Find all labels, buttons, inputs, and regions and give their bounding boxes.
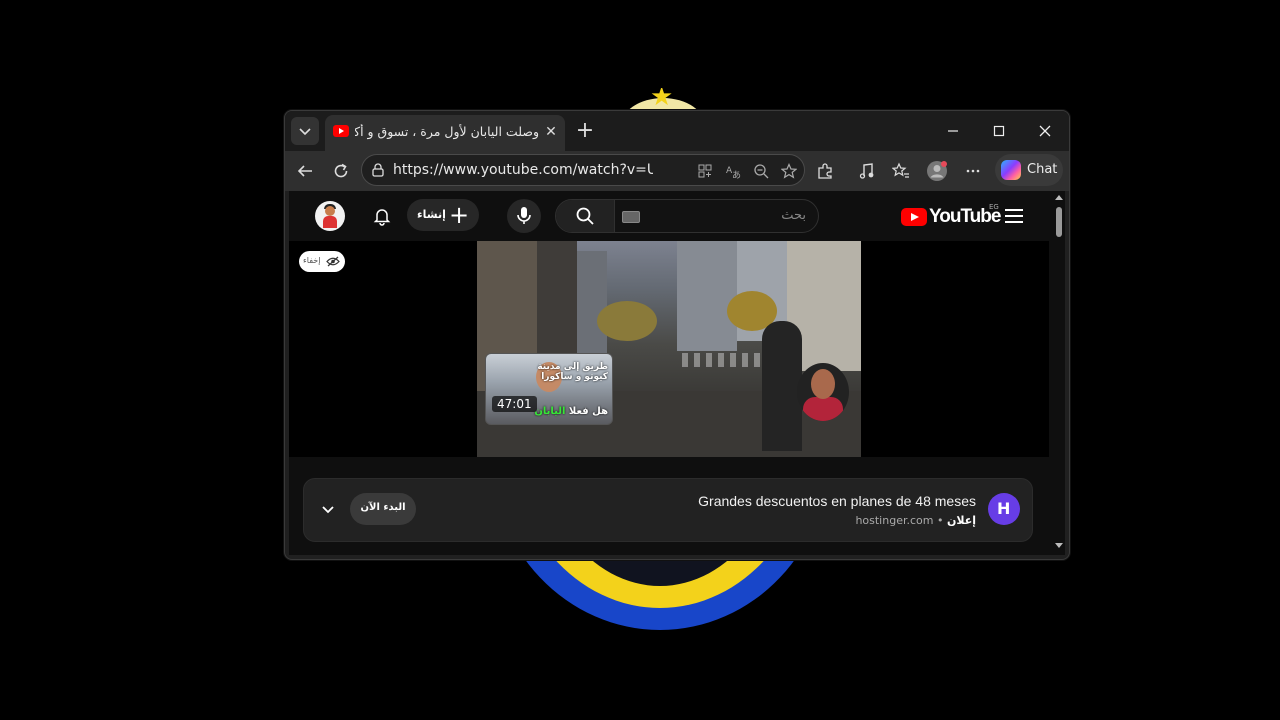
favorites-list-icon bbox=[892, 162, 909, 178]
page-viewport: + إنشاء بحث YouTube EG إخفاء طريق إلى مد… bbox=[289, 191, 1065, 555]
scroll-up-arrow-icon[interactable] bbox=[1055, 195, 1063, 200]
close-icon bbox=[1039, 125, 1051, 137]
youtube-header: + إنشاء بحث YouTube EG bbox=[289, 191, 1053, 241]
app-available-icon[interactable] bbox=[694, 160, 716, 182]
ad-cta-button[interactable]: البدء الآن bbox=[350, 493, 416, 525]
close-tab-icon[interactable]: ✕ bbox=[541, 122, 561, 142]
profile-button[interactable] bbox=[923, 157, 951, 185]
copilot-icon bbox=[1001, 160, 1021, 180]
search-input[interactable]: بحث bbox=[781, 208, 806, 223]
page-scrollbar[interactable] bbox=[1053, 191, 1065, 555]
close-window-button[interactable] bbox=[1023, 117, 1067, 145]
hide-label: إخفاء bbox=[303, 256, 321, 265]
hostinger-logo-icon[interactable] bbox=[988, 493, 1020, 525]
url-text[interactable]: https://www.youtube.com/watch?v=UvWt_SP.… bbox=[393, 162, 653, 178]
search-box[interactable]: بحث bbox=[555, 199, 819, 233]
ad-cta-label: البدء الآن bbox=[360, 502, 406, 513]
tab-title: وصلت اليابان لأول مرة ، تسوق و أكل يابان… bbox=[355, 124, 539, 139]
youtube-favicon-icon bbox=[333, 125, 349, 137]
ad-meta: hostinger.com • إعلان bbox=[855, 514, 976, 527]
microphone-icon bbox=[517, 207, 531, 224]
scrollbar-thumb[interactable] bbox=[1056, 207, 1062, 237]
plus-icon: + bbox=[449, 201, 470, 229]
caption-prefix: هل فعلا bbox=[565, 406, 608, 417]
caption-highlight: اليابان bbox=[534, 406, 566, 417]
zoom-out-icon[interactable] bbox=[750, 160, 772, 182]
ad-domain[interactable]: hostinger.com bbox=[855, 514, 933, 527]
eye-off-icon bbox=[326, 256, 340, 267]
maximize-button[interactable] bbox=[977, 117, 1021, 145]
arrow-left-icon bbox=[297, 165, 312, 177]
account-avatar[interactable] bbox=[315, 201, 345, 231]
minimize-icon bbox=[948, 130, 958, 132]
video-frame[interactable]: طريق إلى مدينة كيوتو و ساكورا 47:01 هل ف… bbox=[477, 241, 861, 457]
guide-menu-button[interactable] bbox=[1005, 206, 1025, 226]
video-player[interactable]: إخفاء طريق إلى مدينة كيوتو و ساكورا 47:0… bbox=[289, 241, 1049, 457]
back-button[interactable] bbox=[291, 157, 319, 185]
maximize-icon bbox=[993, 125, 1005, 137]
extensions-button[interactable] bbox=[811, 157, 839, 185]
presenter-avatar bbox=[797, 363, 849, 421]
site-info-icon[interactable] bbox=[370, 162, 386, 178]
chevron-down-icon bbox=[299, 128, 311, 136]
profile-avatar-icon bbox=[927, 161, 947, 181]
music-note-icon bbox=[859, 163, 874, 179]
create-button[interactable]: + إنشاء bbox=[407, 199, 479, 231]
favorites-button[interactable] bbox=[887, 157, 915, 185]
browser-window: وصلت اليابان لأول مرة ، تسوق و أكل يابان… bbox=[284, 110, 1070, 560]
ad-headline[interactable]: Grandes descuentos en planes de 48 meses bbox=[698, 493, 976, 509]
thumbnail-caption-bottom: هل فعلا اليابان bbox=[534, 406, 608, 417]
voice-search-button[interactable] bbox=[507, 199, 541, 233]
svg-text:あ: あ bbox=[732, 170, 741, 179]
create-label: إنشاء bbox=[417, 208, 446, 221]
expand-ad-button[interactable] bbox=[318, 499, 338, 519]
reload-button[interactable] bbox=[327, 157, 355, 185]
related-video-thumbnail[interactable]: طريق إلى مدينة كيوتو و ساكورا 47:01 هل ف… bbox=[485, 353, 613, 425]
youtube-logo[interactable]: YouTube EG bbox=[901, 203, 1001, 229]
country-code: EG bbox=[989, 203, 999, 211]
bell-icon bbox=[373, 209, 391, 226]
search-icon bbox=[576, 207, 594, 225]
star-icon: ★ bbox=[650, 88, 674, 112]
youtube-play-icon bbox=[901, 208, 927, 226]
sponsored-ad-card[interactable]: البدء الآن Grandes descuentos en planes … bbox=[303, 478, 1033, 542]
tab-strip: وصلت اليابان لأول مرة ، تسوق و أكل يابان… bbox=[285, 111, 1069, 151]
new-tab-button[interactable]: + bbox=[573, 119, 597, 143]
tab-list-button[interactable] bbox=[291, 117, 319, 145]
ad-label: إعلان bbox=[946, 514, 976, 527]
more-menu-button[interactable] bbox=[959, 157, 987, 185]
video-duration: 47:01 bbox=[492, 396, 537, 412]
notifications-button[interactable] bbox=[369, 203, 395, 229]
more-horizontal-icon bbox=[966, 169, 980, 173]
keyboard-icon[interactable] bbox=[622, 211, 640, 223]
chevron-down-icon bbox=[322, 506, 334, 514]
translate-icon[interactable]: Aあ bbox=[722, 160, 744, 182]
refresh-icon bbox=[334, 163, 348, 178]
ad-separator: • bbox=[936, 514, 944, 527]
chat-label: Chat bbox=[1027, 162, 1058, 177]
tab-active[interactable]: وصلت اليابان لأول مرة ، تسوق و أكل يابان… bbox=[325, 115, 565, 151]
copilot-chat-button[interactable]: Chat bbox=[995, 154, 1063, 186]
thumbnail-caption-top: طريق إلى مدينة كيوتو و ساكورا bbox=[537, 362, 608, 382]
puzzle-icon bbox=[818, 163, 832, 179]
favorite-star-icon[interactable] bbox=[778, 160, 800, 182]
search-button[interactable] bbox=[556, 200, 615, 232]
media-control-button[interactable] bbox=[853, 157, 881, 185]
address-bar[interactable]: https://www.youtube.com/watch?v=UvWt_SP.… bbox=[361, 154, 805, 186]
scroll-down-arrow-icon[interactable] bbox=[1055, 543, 1063, 548]
hide-button[interactable]: إخفاء bbox=[299, 251, 345, 272]
browser-toolbar: https://www.youtube.com/watch?v=UvWt_SP.… bbox=[285, 151, 1069, 191]
minimize-button[interactable] bbox=[931, 117, 975, 145]
